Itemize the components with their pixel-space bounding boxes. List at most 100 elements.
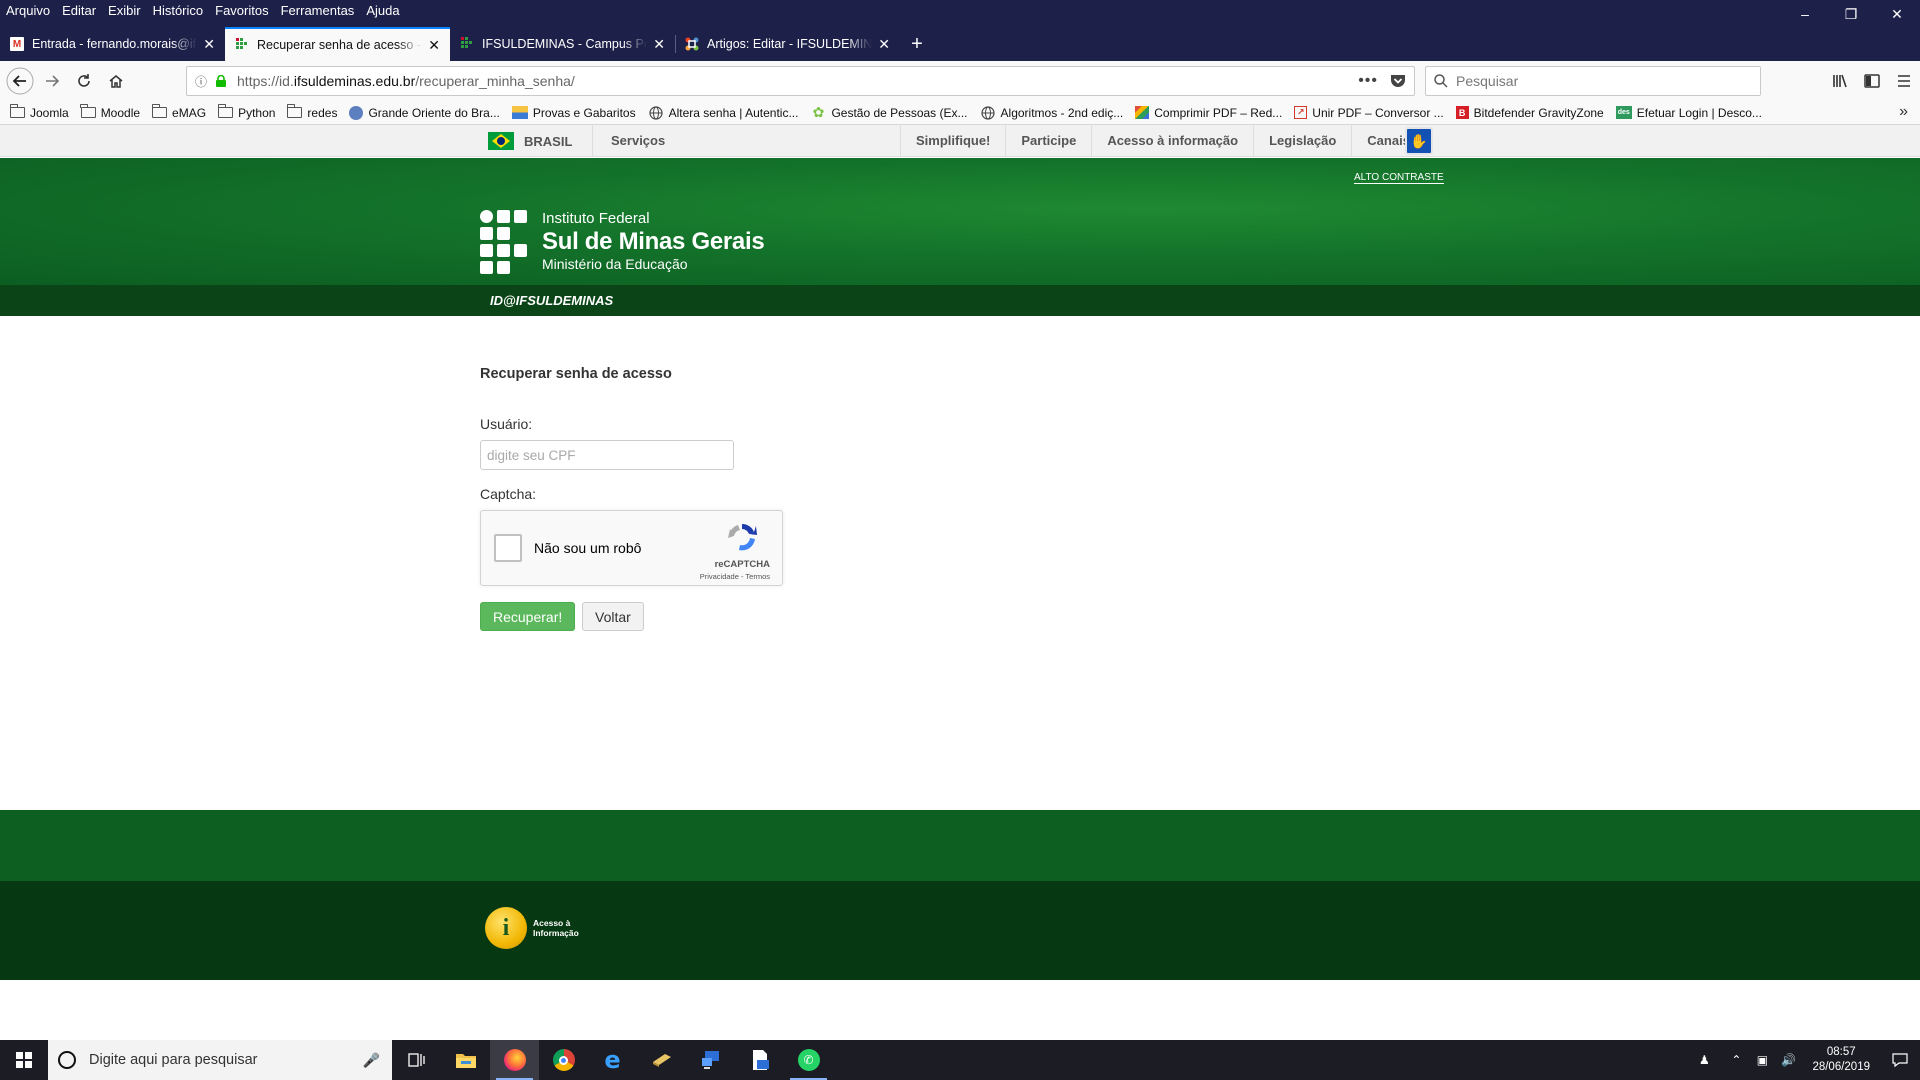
captcha-label: Captcha: xyxy=(480,486,537,502)
servicos-link[interactable]: Serviços xyxy=(592,125,683,156)
bookmark-bitdefender[interactable]: B Bitdefender GravityZone xyxy=(1455,106,1604,120)
menu-editar[interactable]: Editar xyxy=(62,3,96,18)
close-tab-icon[interactable]: ✕ xyxy=(428,37,440,54)
bookmark-moodle[interactable]: Moodle xyxy=(80,104,141,120)
bookmark-efetuar-login[interactable]: des Efetuar Login | Desco... xyxy=(1615,105,1762,120)
bookmark-label: Moodle xyxy=(100,105,141,120)
usuario-input[interactable] xyxy=(480,440,734,470)
site-title-line1: Instituto Federal xyxy=(542,210,650,227)
whatsapp-icon[interactable]: ✆ xyxy=(784,1040,833,1080)
bookmark-label: Python xyxy=(238,105,276,120)
bookmark-unir-pdf[interactable]: ↗ Unir PDF – Conversor ... xyxy=(1294,105,1444,120)
minimize-icon[interactable]: – xyxy=(1782,0,1828,28)
bookmark-emag[interactable]: eMAG xyxy=(151,104,206,120)
navigation-toolbar: ⓘ https://id.ifsuldeminas.edu.br/recuper… xyxy=(0,61,1920,101)
if-logo-icon[interactable] xyxy=(480,210,528,274)
voltar-button[interactable]: Voltar xyxy=(582,602,644,631)
menu-ferramentas[interactable]: Ferramentas xyxy=(281,3,355,18)
chevron-right-double-icon[interactable]: » xyxy=(1899,103,1908,121)
home-icon[interactable] xyxy=(100,65,132,97)
bookmark-label: Altera senha | Autentic... xyxy=(668,105,799,120)
remote-desktop-icon[interactable] xyxy=(686,1040,735,1080)
network-icon[interactable]: ▣ xyxy=(1750,1053,1774,1067)
recuperar-button[interactable]: Recuperar! xyxy=(480,602,576,631)
bookmark-joomla[interactable]: Joomla xyxy=(9,104,69,120)
bookmark-provas-gabaritos[interactable]: Provas e Gabaritos xyxy=(511,106,636,120)
notification-icon[interactable] xyxy=(1880,1040,1920,1080)
bookmark-altera-senha[interactable]: Altera senha | Autentic... xyxy=(648,105,799,120)
menu-favoritos[interactable]: Favoritos xyxy=(215,3,268,18)
bookmark-label: Joomla xyxy=(30,105,69,120)
tab-ifsuldeminas-pouso-alegre[interactable]: IFSULDEMINAS - Campus Pouso Alegre ✕ xyxy=(450,27,675,61)
url-bar[interactable]: ⓘ https://id.ifsuldeminas.edu.br/recuper… xyxy=(186,66,1415,96)
url-text[interactable]: https://id.ifsuldeminas.edu.br/recuperar… xyxy=(237,73,1358,89)
brasil-label: BRASIL xyxy=(524,133,573,149)
hamburger-menu-icon[interactable] xyxy=(1888,65,1920,97)
forward-icon[interactable] xyxy=(36,65,68,97)
start-button[interactable] xyxy=(0,1040,48,1080)
clock-date: 28/06/2019 xyxy=(1812,1061,1870,1073)
site-header: ALTO CONTRASTE Instituto Federal Sul de … xyxy=(0,158,1920,285)
menu-historico[interactable]: Histórico xyxy=(153,3,204,18)
taskbar-search[interactable]: Digite aqui para pesquisar 🎤 xyxy=(48,1040,392,1080)
chrome-icon[interactable] xyxy=(539,1040,588,1080)
file-explorer-icon[interactable] xyxy=(441,1040,490,1080)
tab-recuperar-senha[interactable]: Recuperar senha de acesso - ID@IFSULDEMI… xyxy=(225,27,450,61)
brasil-link[interactable]: BRASIL xyxy=(488,132,572,150)
task-view-icon[interactable] xyxy=(392,1040,441,1080)
gov-link-acesso-informacao[interactable]: Acesso à informação xyxy=(1091,125,1253,156)
close-tab-icon[interactable]: ✕ xyxy=(653,36,665,53)
tab-artigos-editar[interactable]: Artigos: Editar - IFSULDEMINAS ✕ xyxy=(675,27,900,61)
library-icon[interactable] xyxy=(1824,65,1856,97)
gov-link-legislacao[interactable]: Legislação xyxy=(1253,125,1351,156)
gov-link-simplifique[interactable]: Simplifique! xyxy=(900,125,1005,156)
bookmark-comprimir-pdf[interactable]: Comprimir PDF – Red... xyxy=(1135,106,1282,120)
firefox-icon[interactable] xyxy=(490,1040,539,1080)
government-bar: BRASIL Serviços Simplifique! Participe A… xyxy=(0,125,1920,157)
restore-icon[interactable]: ❐ xyxy=(1828,0,1874,28)
printer-app-icon[interactable] xyxy=(735,1040,784,1080)
chevron-up-icon[interactable]: ⌃ xyxy=(1724,1053,1748,1067)
bookmark-label: Efetuar Login | Desco... xyxy=(1636,105,1762,120)
search-placeholder: Pesquisar xyxy=(1456,73,1519,89)
back-icon[interactable] xyxy=(4,65,36,97)
ifsul-favicon-icon xyxy=(460,37,474,51)
people-icon[interactable]: ♟ xyxy=(1692,1053,1716,1067)
close-tab-icon[interactable]: ✕ xyxy=(203,36,215,53)
bookmark-gestao-pessoas[interactable]: ✿ Gestão de Pessoas (Ex... xyxy=(810,104,968,120)
acesso-informacao-link[interactable]: i Acesso à Informação xyxy=(485,907,593,949)
reload-icon[interactable] xyxy=(68,65,100,97)
edge-icon[interactable]: e xyxy=(588,1040,637,1080)
lock-icon[interactable] xyxy=(215,75,227,87)
gov-link-participe[interactable]: Participe xyxy=(1005,125,1091,156)
volume-icon[interactable]: 🔊 xyxy=(1776,1053,1800,1067)
page-info-icon[interactable]: ⓘ xyxy=(195,73,207,90)
search-bar[interactable]: Pesquisar xyxy=(1425,66,1761,96)
recaptcha-terms-link[interactable]: Privacidade - Termos xyxy=(700,572,770,581)
recaptcha-checkbox[interactable] xyxy=(494,534,522,562)
new-tab-icon[interactable]: + xyxy=(900,27,934,61)
tab-gmail[interactable]: M Entrada - fernando.morais@ifsuldeminas… xyxy=(0,27,225,61)
bookmark-redes[interactable]: redes xyxy=(287,104,337,120)
sidebar-icon[interactable] xyxy=(1856,65,1888,97)
menu-ajuda[interactable]: Ajuda xyxy=(366,3,399,18)
menu-exibir[interactable]: Exibir xyxy=(108,3,141,18)
bookmark-label: Unir PDF – Conversor ... xyxy=(1312,105,1444,120)
url-prefix: https://id. xyxy=(237,73,294,89)
bookmark-label: Grande Oriente do Bra... xyxy=(368,105,500,120)
bookmark-python[interactable]: Python xyxy=(217,104,276,120)
page-actions-icon[interactable]: ••• xyxy=(1358,72,1378,90)
vlibras-icon[interactable]: ✋ xyxy=(1405,127,1433,155)
pocket-icon[interactable] xyxy=(1390,74,1406,88)
folder-icon xyxy=(9,104,25,118)
alto-contraste-link[interactable]: ALTO CONTRASTE xyxy=(1354,172,1444,184)
site-title[interactable]: Instituto Federal Sul de Minas Gerais Mi… xyxy=(542,210,765,273)
bookmark-algoritmos[interactable]: Algoritmos - 2nd ediç... xyxy=(980,106,1123,120)
app-icon[interactable] xyxy=(637,1040,686,1080)
microphone-icon[interactable]: 🎤 xyxy=(363,1052,380,1069)
clock[interactable]: 08:57 28/06/2019 xyxy=(1812,1045,1870,1075)
close-window-icon[interactable]: ✕ xyxy=(1874,0,1920,28)
close-tab-icon[interactable]: ✕ xyxy=(878,36,890,53)
bookmark-grande-oriente[interactable]: Grande Oriente do Bra... xyxy=(349,105,500,120)
menu-arquivo[interactable]: Arquivo xyxy=(6,3,50,18)
